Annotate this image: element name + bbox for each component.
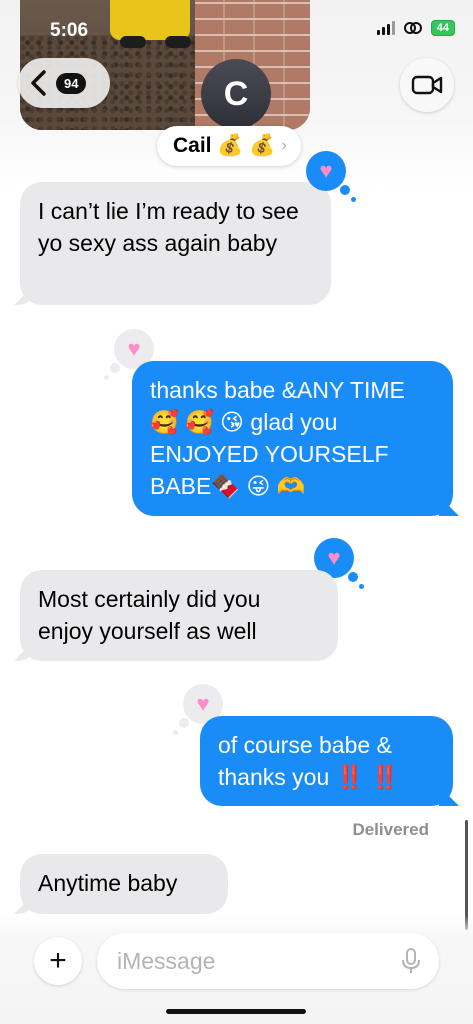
facetime-video-button[interactable] (400, 58, 454, 112)
heart-icon: ♥ (127, 336, 141, 361)
back-button[interactable]: 94 (18, 58, 110, 108)
heart-icon: ♥ (196, 691, 210, 716)
add-attachment-button[interactable]: + (34, 937, 82, 985)
video-camera-icon (411, 75, 443, 95)
status-time: 5:06 (50, 20, 89, 41)
message-text: Most certainly did you enjoy yourself as… (38, 586, 261, 644)
message-bubble-sent[interactable]: of course babe & thanks you ‼️ ‼️ (200, 716, 453, 806)
message-text: of course babe & thanks you ‼️ ‼️ (218, 732, 400, 790)
message-bubble-received[interactable]: I can’t lie I’m ready to see yo sexy ass… (20, 182, 331, 305)
contact-name-button[interactable]: Cail 💰 💰 › (157, 126, 301, 166)
battery-indicator: 44 (430, 20, 455, 36)
status-icons: 44 (376, 20, 455, 36)
message-text: I can’t lie I’m ready to see yo sexy ass… (38, 198, 299, 256)
delivered-status: Delivered (352, 820, 429, 839)
message-bubble-sent[interactable]: thanks babe &ANY TIME 🥰 🥰 😘 glad you ENJ… (132, 361, 453, 516)
heart-icon: ♥ (327, 545, 341, 570)
microphone-icon[interactable] (401, 947, 421, 975)
message-bubble-received[interactable]: Most certainly did you enjoy yourself as… (20, 570, 338, 661)
chevron-right-icon: › (281, 137, 287, 154)
personal-hotspot-icon (403, 22, 422, 34)
message-bubble-received[interactable]: Anytime baby (20, 854, 228, 914)
message-text: thanks babe &ANY TIME 🥰 🥰 😘 glad you ENJ… (150, 377, 405, 499)
message-text: Anytime baby (38, 870, 178, 896)
unread-count-badge: 94 (56, 72, 87, 94)
message-input[interactable] (97, 933, 439, 989)
heart-icon: ♥ (319, 158, 333, 183)
home-indicator[interactable] (166, 1009, 306, 1014)
scrollbar[interactable] (465, 820, 468, 930)
heart-reaction[interactable]: ♥ (306, 151, 356, 202)
chevron-left-icon (31, 70, 46, 96)
contact-avatar[interactable]: C (201, 59, 271, 129)
cellular-signal-icon (376, 21, 395, 35)
contact-name: Cail 💰 💰 (173, 134, 276, 157)
